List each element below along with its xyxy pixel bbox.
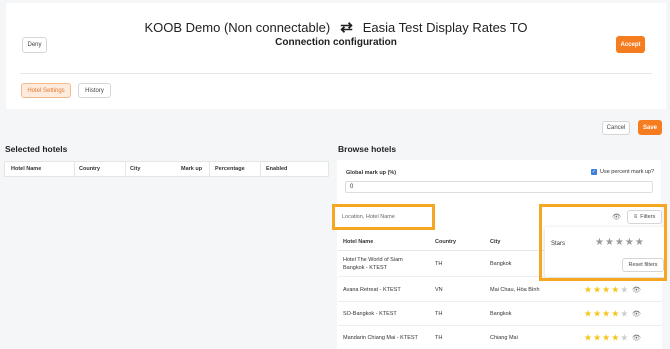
swap-icon: ⇄ bbox=[340, 19, 353, 36]
filter-highlight-box bbox=[539, 204, 667, 281]
hotel-country: TH bbox=[435, 261, 443, 267]
column-separator bbox=[125, 162, 126, 176]
column-city: City bbox=[490, 239, 501, 245]
column-separator bbox=[209, 162, 210, 176]
hotel-country: TH bbox=[435, 310, 443, 317]
tab-history[interactable]: History bbox=[78, 83, 111, 98]
checkbox-checked-icon: ✓ bbox=[591, 169, 597, 175]
browse-table-header: Hotel Name Country City bbox=[338, 233, 544, 251]
hotel-name: Mandarin Chiang Mai - KTEST bbox=[343, 334, 418, 341]
global-markup-input[interactable]: 0 bbox=[345, 181, 653, 193]
save-button[interactable]: Save bbox=[638, 120, 662, 135]
column-enabled: Enabled bbox=[266, 166, 288, 172]
table-row[interactable]: SO-Bangkok - KTEST TH Bangkok ★★★★★ 👁 bbox=[338, 302, 662, 326]
hotel-city: Chiang Mai bbox=[490, 334, 518, 341]
hotel-name: Hotel The World of Siam Bangkok - KTEST bbox=[343, 257, 403, 271]
eye-icon[interactable]: 👁 bbox=[632, 310, 641, 318]
eye-icon[interactable]: 👁 bbox=[632, 286, 641, 294]
column-country: Country bbox=[435, 239, 457, 245]
eye-icon[interactable]: 👁 bbox=[632, 334, 641, 342]
hotel-search-input[interactable]: Location, Hotel Name bbox=[332, 204, 435, 230]
tab-hotel-settings[interactable]: Hotel Settings bbox=[21, 83, 71, 98]
star-rating: ★★★★★ bbox=[584, 332, 630, 342]
star-rating: ★★★★★ bbox=[584, 308, 630, 318]
accept-button[interactable]: Accept bbox=[616, 36, 645, 53]
column-city: City bbox=[130, 166, 141, 172]
cancel-button[interactable]: Cancel bbox=[602, 121, 630, 135]
source-name: KOOB Demo (Non connectable) bbox=[144, 19, 331, 35]
page-subtitle: Connection configuration bbox=[275, 37, 397, 48]
selected-hotels-table-header: Hotel Name Country City Mark up Percenta… bbox=[4, 161, 329, 177]
use-percent-checkbox[interactable]: ✓ Use percent mark up? bbox=[591, 169, 654, 175]
hotel-city: Bangkok bbox=[490, 261, 512, 267]
column-country: Country bbox=[79, 166, 101, 172]
column-hotel-name: Hotel Name bbox=[343, 239, 374, 245]
hotel-name: Avana Retreat - KTEST bbox=[343, 286, 401, 293]
global-markup-label: Global mark up (%) bbox=[346, 170, 397, 176]
star-rating: ★★★★★ bbox=[584, 284, 630, 294]
hotel-city: Bangkok bbox=[490, 310, 512, 317]
connection-header-card: Deny KOOB Demo (Non connectable) ⇄ Easia… bbox=[6, 3, 666, 109]
table-row[interactable]: Mandarin Chiang Mai - KTEST TH Chiang Ma… bbox=[338, 326, 662, 349]
column-hotel-name: Hotel Name bbox=[11, 166, 42, 172]
column-separator bbox=[74, 162, 75, 176]
connection-title: KOOB Demo (Non connectable) ⇄ Easia Test… bbox=[6, 17, 666, 37]
target-name: Easia Test Display Rates TO bbox=[362, 19, 528, 35]
column-separator bbox=[260, 162, 261, 176]
hotel-city: Mai Chau, Hòa Bình bbox=[490, 286, 540, 293]
hotel-name: SO-Bangkok - KTEST bbox=[343, 310, 397, 317]
selected-hotels-title: Selected hotels bbox=[5, 144, 68, 154]
browse-hotels-title: Browse hotels bbox=[338, 144, 397, 154]
column-markup: Mark up bbox=[181, 166, 203, 172]
hotel-country: TH bbox=[435, 334, 443, 341]
use-percent-label: Use percent mark up? bbox=[600, 169, 655, 175]
table-row[interactable]: Avana Retreat - KTEST VN Mai Chau, Hòa B… bbox=[338, 278, 662, 302]
hotel-country: VN bbox=[435, 286, 443, 293]
divider bbox=[20, 73, 652, 74]
column-percentage: Percentage bbox=[215, 166, 245, 172]
